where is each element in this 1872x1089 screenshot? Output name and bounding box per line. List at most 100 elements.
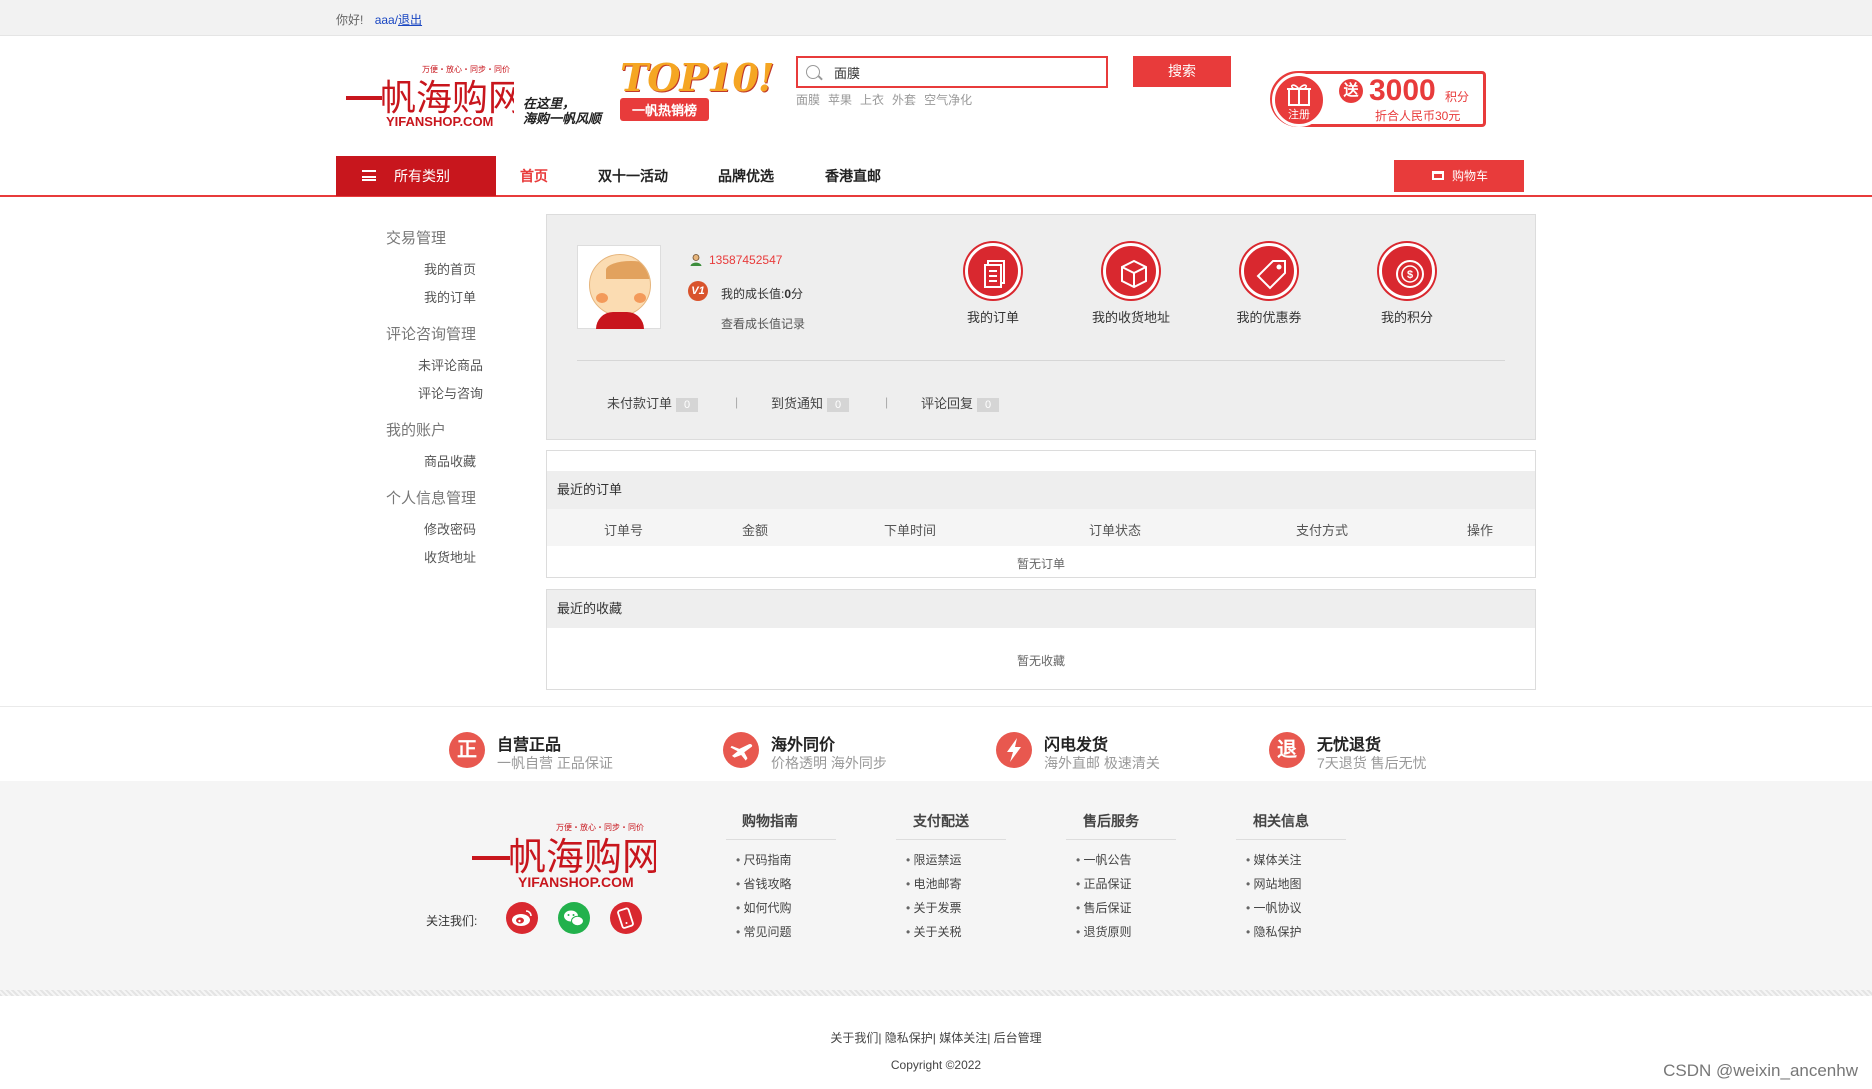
footer-link[interactable]: 关于发票 bbox=[906, 899, 962, 916]
column-header: 订单状态 bbox=[1089, 523, 1142, 538]
weibo-icon[interactable] bbox=[506, 902, 538, 934]
hot-word[interactable]: 面膜 bbox=[796, 93, 820, 107]
orders-empty-message: 暂无订单 bbox=[1016, 557, 1065, 571]
hot-word[interactable]: 上衣 bbox=[860, 93, 884, 107]
footer-link[interactable]: 如何代购 bbox=[736, 899, 792, 916]
footer-link[interactable]: 一帆协议 bbox=[1246, 899, 1302, 916]
quick-link-orders[interactable]: 我的订单 bbox=[933, 243, 1053, 326]
footer-link[interactable]: 退货原则 bbox=[1076, 923, 1132, 940]
logo-domain: YIFANSHOP.COM bbox=[386, 114, 493, 128]
search-box[interactable] bbox=[796, 56, 1108, 88]
footer-link[interactable]: 网站地图 bbox=[1246, 875, 1302, 892]
quick-link-label: 我的收货地址 bbox=[1091, 310, 1170, 325]
sidebar-item-my-orders[interactable]: 我的订单 bbox=[424, 287, 476, 306]
quick-link-address[interactable]: 我的收货地址 bbox=[1071, 243, 1191, 326]
recent-favorites-title: 最近的收藏 bbox=[547, 590, 1535, 628]
site-logo[interactable]: 万便・放心・同步・同价 帆海购网 YIFANSHOP.COM bbox=[344, 62, 524, 129]
username-link[interactable]: aaa/ bbox=[375, 13, 398, 27]
footer-logo-text: 帆海购网 bbox=[508, 835, 656, 879]
coin-icon: $ bbox=[1379, 243, 1435, 299]
footer-link[interactable]: 常见问题 bbox=[736, 923, 792, 940]
stat-unpaid-orders[interactable]: 未付款订单 0 bbox=[607, 393, 699, 412]
sidebar-item-address[interactable]: 收货地址 bbox=[424, 547, 476, 566]
growth-unit: 分 bbox=[791, 287, 804, 301]
lightning-icon bbox=[996, 732, 1032, 768]
footer-link[interactable]: 隐私保护 bbox=[1246, 923, 1302, 940]
profile-panel: 13587452547 V1 我的成长值:0分 查看成长值记录 我的订单 我的收… bbox=[546, 214, 1536, 440]
search-icon bbox=[806, 65, 820, 79]
footer-col-divider bbox=[1236, 839, 1346, 840]
feature-subtitle: 一帆自营 正品保证 bbox=[497, 755, 613, 771]
avatar[interactable] bbox=[577, 245, 661, 329]
top10-text: TOP10! bbox=[620, 55, 775, 100]
stat-arrival-notice[interactable]: 到货通知 0 bbox=[771, 393, 850, 412]
growth-record-link[interactable]: 查看成长值记录 bbox=[721, 315, 805, 332]
search-button[interactable]: 搜索 bbox=[1133, 56, 1231, 87]
footer-link[interactable]: 电池邮寄 bbox=[906, 875, 962, 892]
search-input[interactable] bbox=[834, 62, 1094, 82]
footer-link[interactable]: 限运禁运 bbox=[906, 851, 962, 868]
sidebar-item-change-password[interactable]: 修改密码 bbox=[424, 519, 476, 538]
nav-item-hk-direct[interactable]: 香港直邮 bbox=[825, 166, 881, 186]
feature-title: 无忧退货 bbox=[1317, 737, 1382, 754]
quick-link-coupons[interactable]: 我的优惠券 bbox=[1209, 243, 1329, 326]
footer-logo[interactable]: 万便・放心・同步・同价 帆海购网 YIFANSHOP.COM bbox=[470, 820, 660, 890]
header-slogan: 在这里， 海购一帆风顺 bbox=[523, 96, 601, 126]
gift-points: 3000 bbox=[1369, 74, 1436, 107]
feature-title: 海外同价 bbox=[771, 737, 836, 754]
gift-sub: 折合人民币30元 bbox=[1375, 109, 1461, 123]
footer-link[interactable]: 售后保证 bbox=[1076, 899, 1132, 916]
nav-item-double11[interactable]: 双十一活动 bbox=[598, 166, 668, 186]
wechat-icon[interactable] bbox=[558, 902, 590, 934]
recent-orders-title: 最近的订单 bbox=[547, 471, 1535, 509]
feature-title: 自营正品 bbox=[497, 737, 562, 754]
column-header: 支付方式 bbox=[1296, 523, 1349, 538]
footer-link[interactable]: 关于关税 bbox=[906, 923, 962, 940]
nav-item-home[interactable]: 首页 bbox=[520, 166, 548, 186]
slogan-line-2: 海购一帆风顺 bbox=[523, 111, 602, 126]
cart-button[interactable]: 购物车 bbox=[1394, 160, 1524, 192]
hot-word[interactable]: 苹果 bbox=[828, 93, 852, 107]
box-icon bbox=[1103, 243, 1159, 299]
genuine-icon: 正 bbox=[449, 732, 485, 768]
stat-count: 0 bbox=[676, 398, 699, 412]
hot-word[interactable]: 外套 bbox=[892, 93, 916, 107]
footer-link[interactable]: 媒体关注 bbox=[1246, 851, 1302, 868]
stat-separator: | bbox=[885, 395, 889, 409]
stat-review-replies[interactable]: 评论回复 0 bbox=[921, 393, 1000, 412]
register-gift-banner[interactable]: 注册 送 3000 积分 折合人民币30元 bbox=[1270, 71, 1486, 127]
footer-link[interactable]: 一帆公告 bbox=[1076, 851, 1132, 868]
sidebar-item-reviews-consult[interactable]: 评论与咨询 bbox=[418, 383, 483, 402]
sidebar-item-favorites[interactable]: 商品收藏 bbox=[424, 451, 476, 470]
feature-title: 闪电发货 bbox=[1044, 737, 1109, 754]
svg-text:$: $ bbox=[1407, 269, 1413, 281]
nav-item-brands[interactable]: 品牌优选 bbox=[718, 166, 774, 186]
top10-tag: 一帆热销榜 bbox=[620, 98, 710, 121]
all-categories-button[interactable]: 所有类别 bbox=[336, 156, 496, 196]
footer-link[interactable]: 正品保证 bbox=[1076, 875, 1132, 892]
gift-icon: 注册 bbox=[1272, 73, 1326, 127]
favorites-empty-message: 暂无收藏 bbox=[1016, 654, 1065, 668]
footer-col-divider bbox=[726, 839, 836, 840]
footer-bottom-links[interactable]: 关于我们| 隐私保护| 媒体关注| 后台管理 bbox=[0, 1029, 1872, 1046]
sidebar-item-unreviewed[interactable]: 未评论商品 bbox=[418, 355, 483, 374]
footer-link[interactable]: 省钱攻略 bbox=[736, 875, 792, 892]
hot-word[interactable]: 空气净化 bbox=[924, 93, 972, 107]
sidebar-item-my-home[interactable]: 我的首页 bbox=[424, 259, 476, 278]
footer-col-divider bbox=[1066, 839, 1176, 840]
user-phone: 13587452547 bbox=[709, 253, 783, 267]
footer-logo-tagline: 万便・放心・同步・同价 bbox=[556, 822, 644, 832]
logout-link[interactable]: 退出 bbox=[398, 13, 422, 27]
mobile-icon[interactable] bbox=[610, 902, 642, 934]
quick-link-points[interactable]: $ 我的积分 bbox=[1347, 243, 1467, 326]
nav-divider bbox=[0, 195, 1872, 197]
quick-link-label: 我的积分 bbox=[1380, 310, 1433, 325]
top-bar: 你好! aaa/退出 bbox=[0, 0, 1872, 36]
top10-banner[interactable]: TOP10! 一帆热销榜 bbox=[620, 55, 775, 122]
footer-stripe bbox=[0, 990, 1872, 996]
quick-link-label: 我的订单 bbox=[966, 310, 1019, 325]
copyright: Copyright ©2022 bbox=[890, 1058, 982, 1072]
footer-link[interactable]: 尺码指南 bbox=[736, 851, 792, 868]
stat-label: 评论回复 bbox=[921, 396, 974, 411]
all-categories-label: 所有类别 bbox=[394, 168, 450, 184]
